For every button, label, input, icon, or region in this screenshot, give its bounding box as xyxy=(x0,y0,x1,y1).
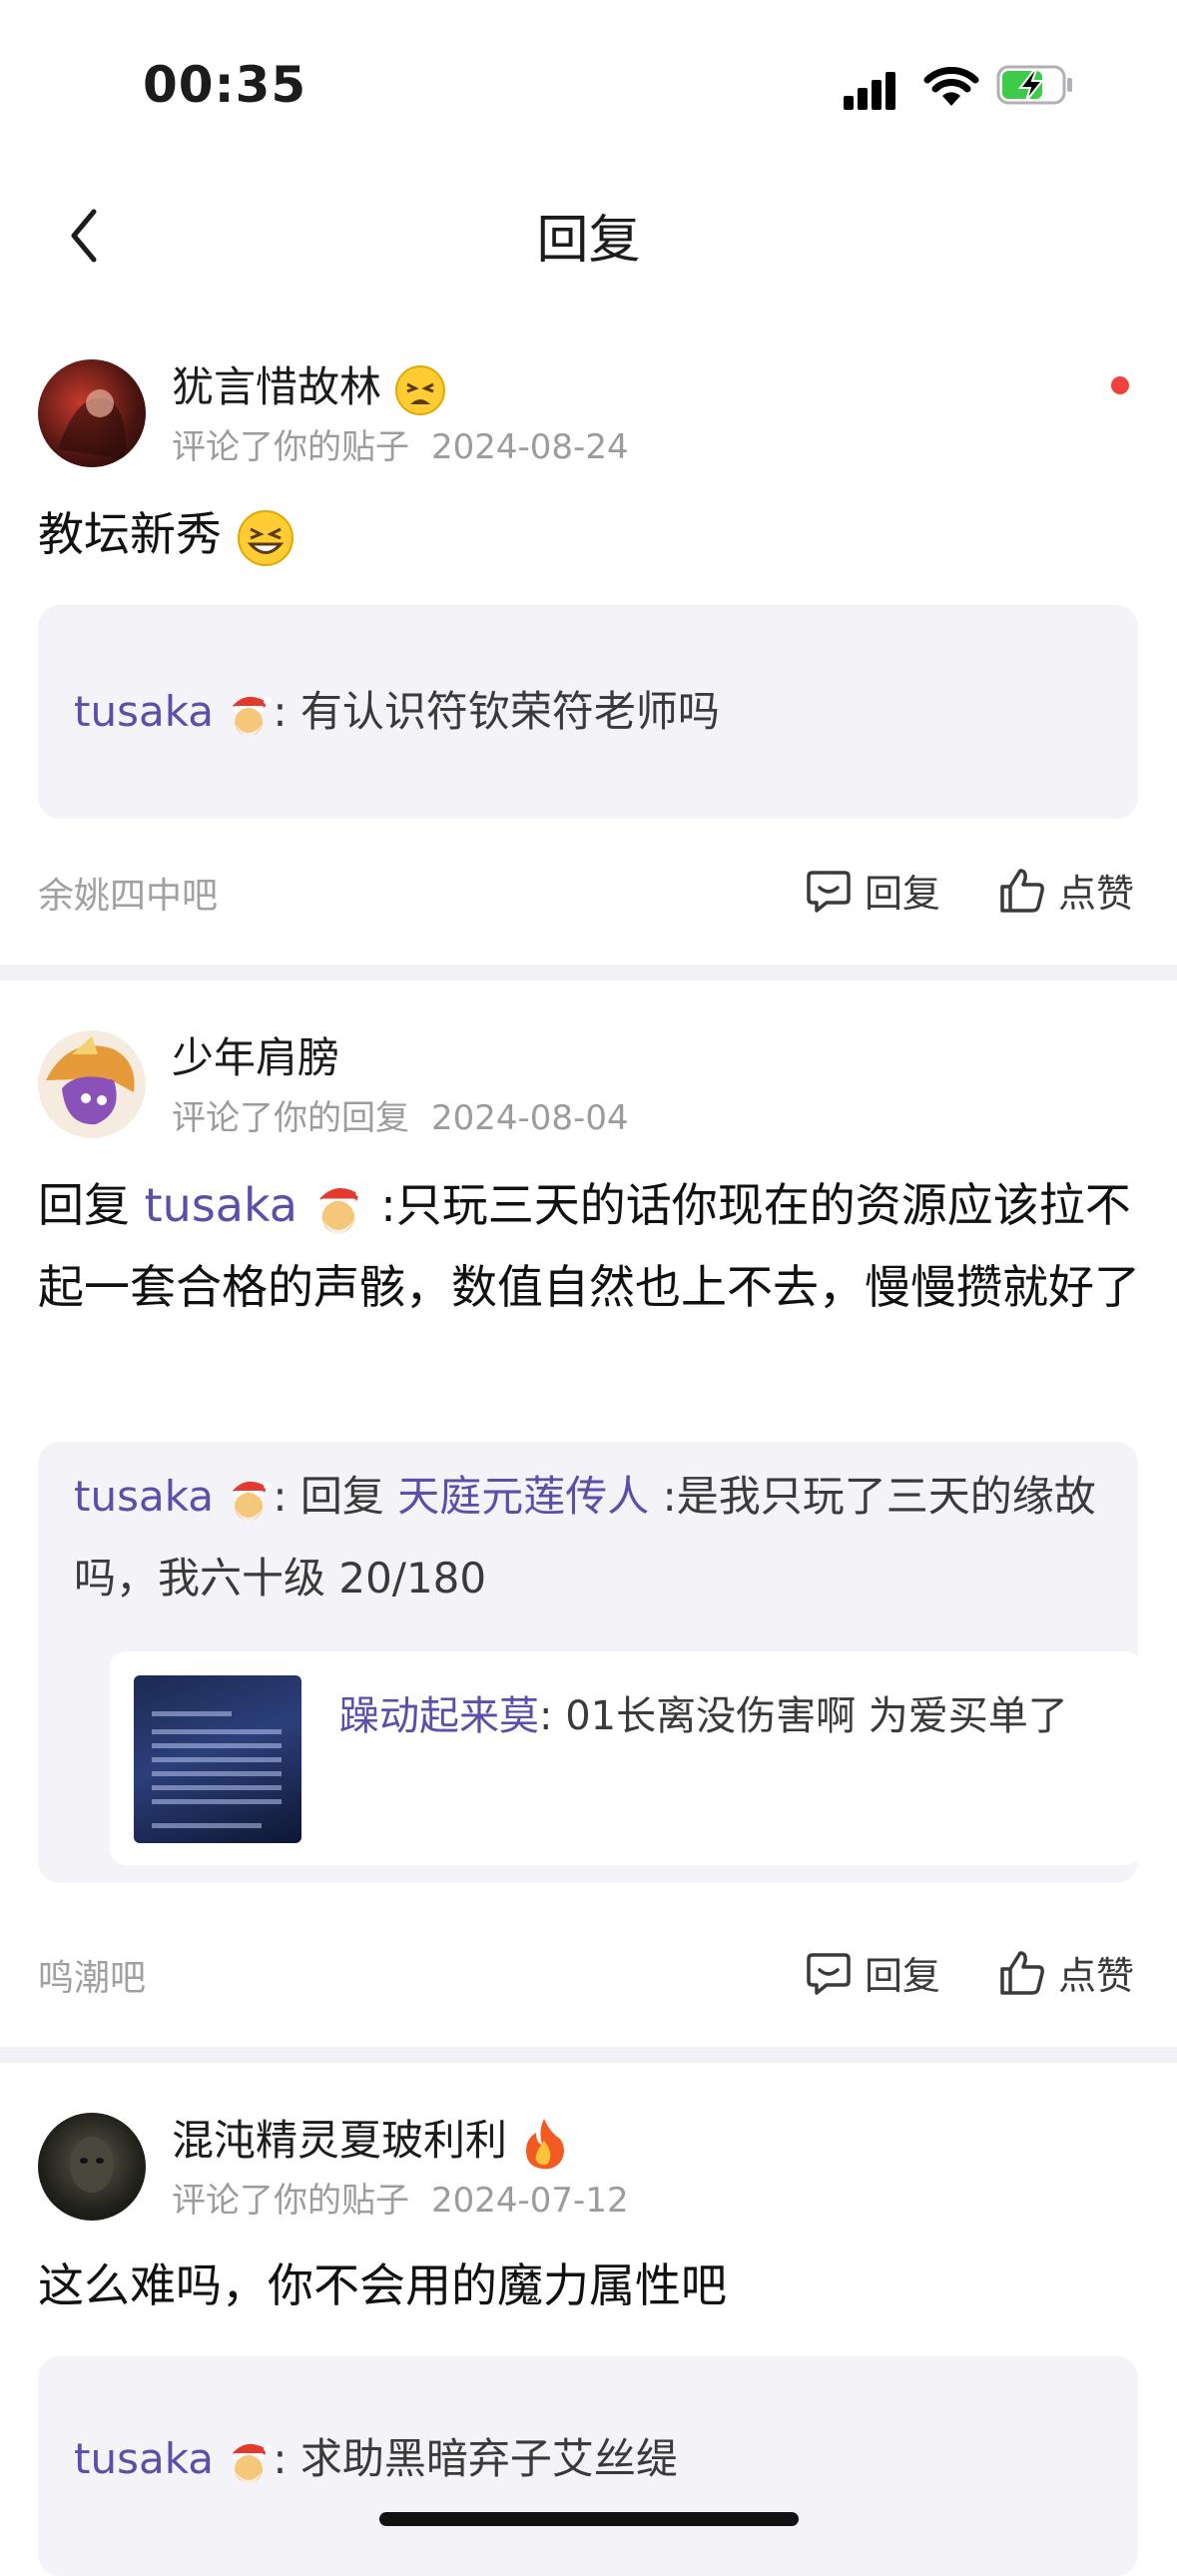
notification-card[interactable]: 混沌精灵夏玻利利 评论了你的贴子 2024-07-12 这么难吗，你不会用的魔力属… xyxy=(0,2063,1177,2576)
comment-date: 2024-08-04 xyxy=(431,1098,629,1138)
page-title: 回复 xyxy=(536,211,641,271)
status-bar: 00:35 xyxy=(0,0,1177,170)
comment-content[interactable]: 这么难吗，你不会用的魔力属性吧 xyxy=(38,2245,1146,2326)
home-indicator[interactable] xyxy=(379,2512,799,2526)
thumbs-up-icon xyxy=(1000,868,1044,913)
mention-link[interactable]: 躁动起来莫 xyxy=(339,1693,539,1739)
mention-link[interactable]: tusaka xyxy=(74,2434,214,2483)
nested-quote[interactable]: 躁动起来莫: 01长离没伤害啊 为爱买单了 xyxy=(110,1651,1142,1865)
nested-quote-text: 躁动起来莫: 01长离没伤害啊 为爱买单了 xyxy=(339,1693,1068,1739)
forum-name[interactable]: 鸣潮吧 xyxy=(38,1949,146,2001)
quoted-post[interactable]: tusaka : 有认识符钦荣符老师吗 xyxy=(38,605,1138,819)
quoted-post[interactable]: tusaka : 求助黑暗弃子艾丝缇 xyxy=(38,2356,1138,2576)
quoted-text: tusaka : 有认识符钦荣符老师吗 xyxy=(74,671,1112,753)
user-name[interactable]: 混沌精灵夏玻利利 xyxy=(172,2107,568,2171)
nav-bar: 回复 xyxy=(0,170,1177,300)
santa-emoji-icon xyxy=(233,2443,273,2483)
battery-charging-icon xyxy=(996,65,1072,105)
tired-face-emoji-icon xyxy=(395,364,446,415)
comment-meta: 评论了你的贴子 2024-07-12 xyxy=(172,2181,629,2221)
status-time: 00:35 xyxy=(143,56,307,114)
forum-name[interactable]: 余姚四中吧 xyxy=(38,867,218,919)
fire-emoji-icon xyxy=(526,2118,565,2169)
like-button[interactable]: 点赞 xyxy=(998,863,1134,918)
mention-link[interactable]: tusaka xyxy=(145,1178,297,1232)
like-button[interactable]: 点赞 xyxy=(998,1945,1134,2000)
thumbs-up-icon xyxy=(1000,1950,1044,1995)
comment-meta: 评论了你的回复 2024-08-04 xyxy=(172,1098,629,1138)
avatar[interactable] xyxy=(38,359,146,467)
comment-content[interactable]: 教坛新秀 xyxy=(38,493,1146,575)
card-divider xyxy=(0,965,1177,980)
cellular-signal-icon xyxy=(844,70,903,110)
mention-link[interactable]: tusaka xyxy=(74,1472,214,1521)
comment-date: 2024-08-24 xyxy=(431,427,629,467)
comment-date: 2024-07-12 xyxy=(431,2181,629,2221)
reply-button[interactable]: 回复 xyxy=(805,1945,940,2000)
reply-button[interactable]: 回复 xyxy=(805,863,940,918)
santa-emoji-icon xyxy=(233,696,273,736)
mention-link[interactable]: tusaka xyxy=(74,687,214,736)
comment-content[interactable]: 回复 tusaka :只玩三天的话你现在的资源应该拉不起一套合格的声骸，数值自然… xyxy=(38,1164,1146,1328)
notification-card[interactable]: 犹言惜故林 评论了你的贴子 2024-08-24 教坛新秀 tusaka : 有认… xyxy=(0,300,1177,965)
quoted-text: tusaka : 回复 天庭元莲传人 :是我只玩了三天的缘故吗，我六十级 20/… xyxy=(74,1472,1096,1603)
user-name[interactable]: 犹言惜故林 xyxy=(172,353,446,416)
screenshot-thumbnail[interactable] xyxy=(134,1675,301,1843)
santa-emoji-icon xyxy=(318,1187,365,1233)
squinting-laugh-emoji-icon xyxy=(237,509,294,566)
santa-emoji-icon xyxy=(233,1481,273,1521)
quoted-text: tusaka : 求助黑暗弃子艾丝缇 xyxy=(74,2418,1112,2500)
quoted-post[interactable]: tusaka : 回复 天庭元莲传人 :是我只玩了三天的缘故吗，我六十级 20/… xyxy=(38,1442,1142,1883)
card-divider xyxy=(0,2047,1177,2063)
notification-card[interactable]: 少年肩膀 评论了你的回复 2024-08-04 回复 tusaka :只玩三天的话… xyxy=(0,980,1177,2047)
unread-dot xyxy=(1111,376,1129,394)
wifi-icon xyxy=(923,67,979,106)
user-name[interactable]: 少年肩膀 xyxy=(172,1024,339,1085)
comment-meta: 评论了你的贴子 2024-08-24 xyxy=(172,427,629,467)
avatar[interactable] xyxy=(38,2113,146,2221)
reply-bubble-icon xyxy=(807,870,851,913)
reply-bubble-icon xyxy=(807,1952,851,1995)
avatar[interactable] xyxy=(38,1030,146,1138)
mention-link[interactable]: 天庭元莲传人 xyxy=(397,1472,649,1521)
